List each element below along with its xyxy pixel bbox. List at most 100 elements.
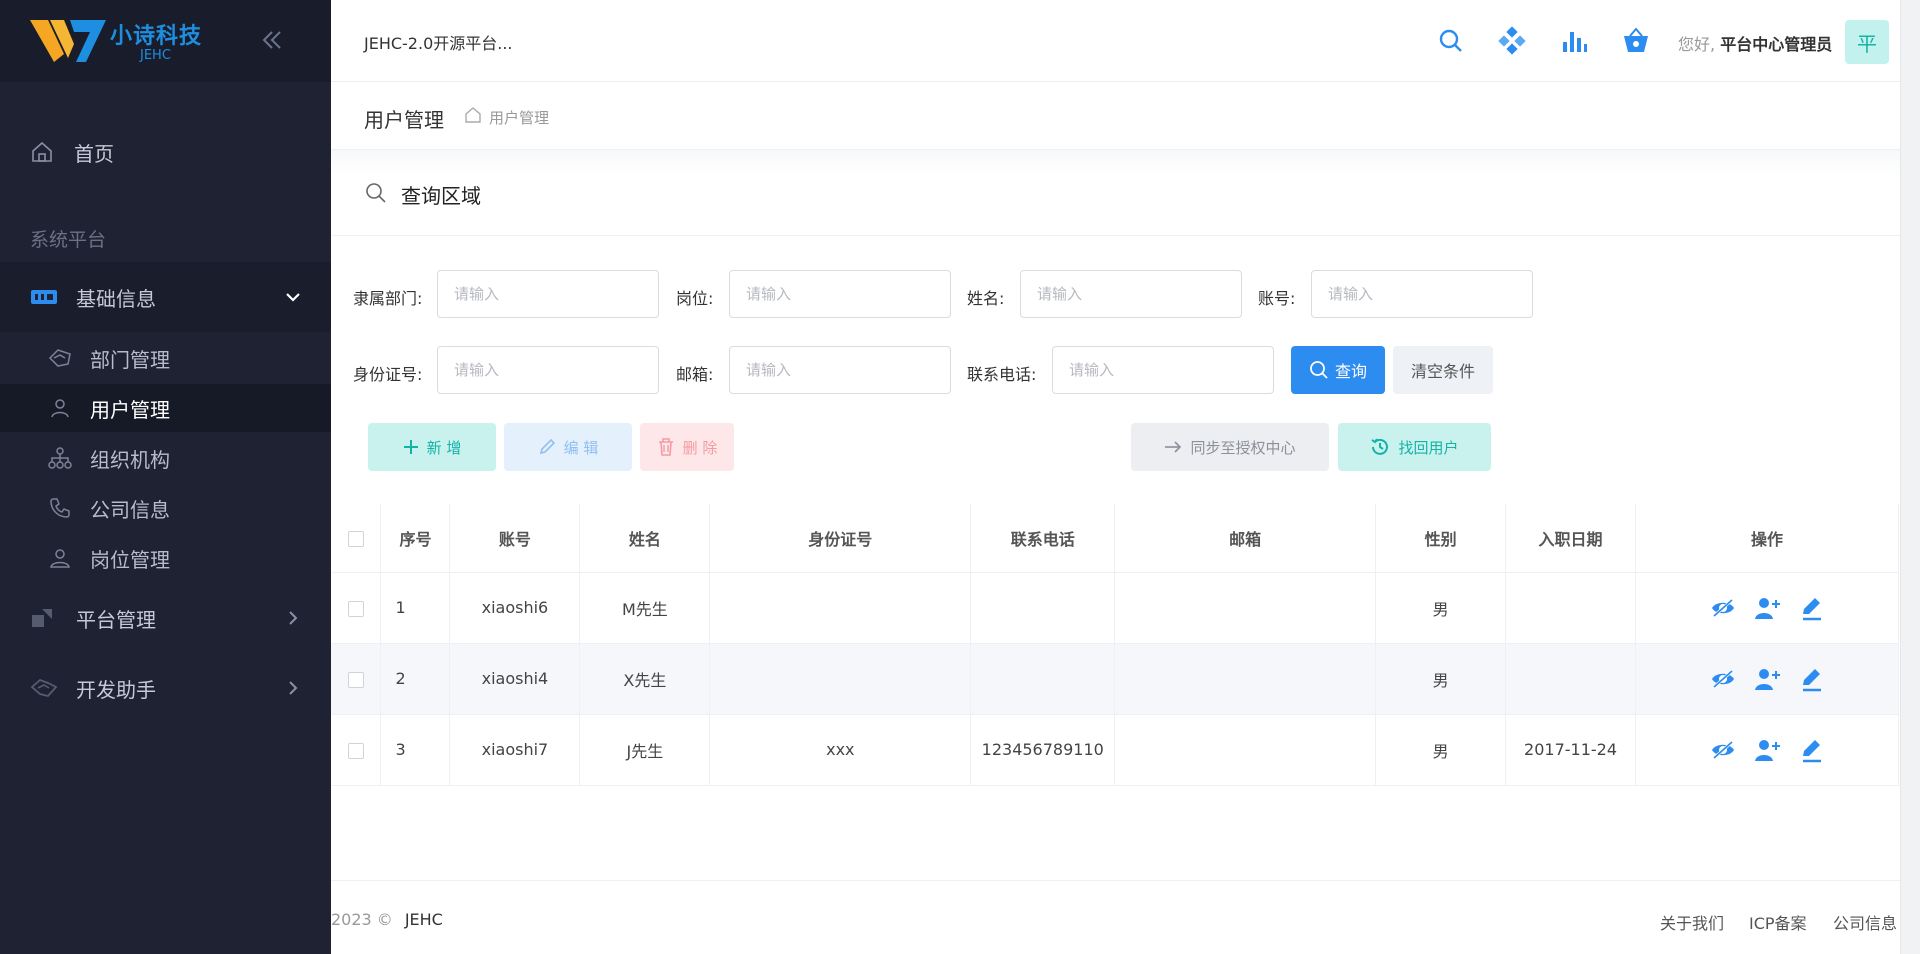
hide-eye-icon[interactable] bbox=[1709, 665, 1737, 693]
cell-gender: 男 bbox=[1375, 572, 1507, 644]
row-checkbox[interactable] bbox=[347, 671, 364, 688]
table-header-row: 序号 账号 姓名 身份证号 联系电话 邮箱 性别 入职日期 操作 bbox=[331, 504, 1899, 573]
row-checkbox[interactable] bbox=[347, 600, 364, 617]
add-button[interactable]: 新 增 bbox=[368, 423, 496, 471]
query-button[interactable]: 查询 bbox=[1291, 346, 1385, 394]
edit-button[interactable]: 编 辑 bbox=[504, 423, 632, 471]
sidebar-group-platform[interactable]: 平台管理 bbox=[0, 583, 331, 653]
cell-date: 2017-11-24 bbox=[1505, 714, 1636, 786]
top-header: JEHC-2.0开源平台... 您好, 平台中心管理员 平 bbox=[331, 0, 1900, 82]
id-card-input[interactable] bbox=[437, 346, 659, 394]
column-header: 联系电话 bbox=[970, 504, 1116, 573]
cell-gender: 男 bbox=[1375, 714, 1507, 786]
header-title: JEHC-2.0开源平台... bbox=[364, 34, 513, 53]
sidebar-item-label: 公司信息 bbox=[90, 497, 170, 522]
org-chart-icon bbox=[48, 447, 72, 469]
edit-pencil-icon[interactable] bbox=[1797, 665, 1825, 693]
id-card-icon bbox=[31, 290, 57, 304]
chevron-right-icon bbox=[289, 681, 298, 695]
row-actions bbox=[1635, 643, 1899, 715]
cell-account: xiaoshi4 bbox=[449, 643, 581, 715]
column-header: 操作 bbox=[1635, 504, 1899, 573]
cell-phone: 123456789110 bbox=[970, 714, 1116, 786]
sidebar-section-title: 系统平台 bbox=[30, 229, 107, 251]
bar-chart-icon[interactable] bbox=[1559, 26, 1589, 56]
row-select-cell[interactable] bbox=[331, 643, 382, 715]
sidebar-item-department[interactable]: 部门管理 bbox=[0, 334, 331, 382]
logo-area: 小诗科技 JEHC bbox=[0, 0, 331, 82]
row-select-cell[interactable] bbox=[331, 714, 382, 786]
platform-icon bbox=[32, 609, 52, 627]
restore-user-button[interactable]: 找回用户 bbox=[1338, 423, 1491, 471]
cell-email bbox=[1114, 714, 1377, 786]
basket-icon[interactable] bbox=[1621, 26, 1651, 56]
row-select-cell[interactable] bbox=[331, 572, 382, 644]
account-input[interactable] bbox=[1311, 270, 1533, 318]
sidebar-group-label: 基础信息 bbox=[76, 286, 156, 311]
table-row[interactable]: 2 xiaoshi4 X先生 男 bbox=[331, 643, 1899, 715]
sidebar-item-users[interactable]: 用户管理 bbox=[0, 384, 331, 432]
scrollbar[interactable] bbox=[1900, 0, 1920, 954]
delete-button[interactable]: 删 除 bbox=[640, 423, 734, 471]
select-all-cell[interactable] bbox=[331, 504, 382, 573]
company-info-link[interactable]: 公司信息 bbox=[1833, 910, 1897, 934]
user-table: 序号 账号 姓名 身份证号 联系电话 邮箱 性别 入职日期 操作 1 xiaosh… bbox=[331, 504, 1899, 786]
add-user-icon[interactable] bbox=[1753, 594, 1781, 622]
department-label: 隶属部门: bbox=[353, 289, 423, 308]
icp-link[interactable]: ICP备案 bbox=[1749, 910, 1807, 934]
sidebar: 小诗科技 JEHC 首页 系统平台 基础信息 部门管理 用户管理 组织机构 公司… bbox=[0, 0, 331, 954]
footer: 2023 © JEHC 关于我们 ICP备案 公司信息 bbox=[331, 880, 1900, 954]
sync-button[interactable]: 同步至授权中心 bbox=[1131, 423, 1329, 471]
avatar[interactable]: 平 bbox=[1845, 20, 1889, 64]
department-input[interactable] bbox=[437, 270, 659, 318]
greeting-prefix: 您好, bbox=[1678, 35, 1716, 54]
sidebar-group-label: 开发助手 bbox=[76, 677, 156, 702]
row-action-group bbox=[1636, 665, 1898, 693]
select-all-checkbox[interactable] bbox=[347, 530, 364, 547]
search-icon[interactable] bbox=[1436, 26, 1466, 56]
sidebar-item-company[interactable]: 公司信息 bbox=[0, 484, 331, 532]
footer-brand: JEHC bbox=[404, 910, 443, 929]
sidebar-group-dev-helper[interactable]: 开发助手 bbox=[0, 653, 331, 723]
cell-id-card: xxx bbox=[709, 714, 972, 786]
sidebar-item-label: 组织机构 bbox=[90, 447, 170, 472]
about-link[interactable]: 关于我们 bbox=[1660, 910, 1724, 934]
cell-date bbox=[1505, 572, 1636, 644]
add-user-icon[interactable] bbox=[1753, 665, 1781, 693]
delete-button-label: 删 除 bbox=[682, 438, 718, 457]
sidebar-item-home[interactable]: 首页 bbox=[0, 128, 331, 176]
cell-date bbox=[1505, 643, 1636, 715]
phone-input[interactable] bbox=[1052, 346, 1274, 394]
id-card-label: 身份证号: bbox=[353, 365, 423, 384]
hide-eye-icon[interactable] bbox=[1709, 736, 1737, 764]
home-icon[interactable] bbox=[464, 106, 482, 124]
name-input[interactable] bbox=[1020, 270, 1242, 318]
hide-eye-icon[interactable] bbox=[1709, 594, 1737, 622]
edit-pencil-icon[interactable] bbox=[1797, 736, 1825, 764]
position-icon bbox=[50, 549, 70, 568]
table-row[interactable]: 1 xiaoshi6 M先生 男 bbox=[331, 572, 1899, 644]
search-icon bbox=[366, 183, 386, 203]
apps-grid-icon[interactable] bbox=[1497, 26, 1527, 56]
clear-button[interactable]: 清空条件 bbox=[1393, 346, 1493, 394]
cell-name: X先生 bbox=[579, 643, 711, 715]
collapse-sidebar-icon[interactable] bbox=[258, 26, 286, 54]
sidebar-group-basic-info[interactable]: 基础信息 bbox=[0, 262, 331, 332]
sidebar-item-label: 部门管理 bbox=[90, 347, 170, 372]
position-input[interactable] bbox=[729, 270, 951, 318]
cell-account: xiaoshi6 bbox=[449, 572, 581, 644]
sidebar-item-org[interactable]: 组织机构 bbox=[0, 434, 331, 482]
position-label: 岗位: bbox=[676, 289, 714, 308]
row-checkbox[interactable] bbox=[347, 742, 364, 759]
cell-no: 1 bbox=[380, 572, 451, 644]
cell-no: 3 bbox=[380, 714, 451, 786]
user-greeting: 您好, 平台中心管理员 bbox=[1678, 31, 1832, 55]
sidebar-item-position[interactable]: 岗位管理 bbox=[0, 534, 331, 582]
department-icon bbox=[48, 349, 71, 367]
add-user-icon[interactable] bbox=[1753, 736, 1781, 764]
email-input[interactable] bbox=[729, 346, 951, 394]
edit-pencil-icon[interactable] bbox=[1797, 594, 1825, 622]
table-row[interactable]: 3 xiaoshi7 J先生 xxx 123456789110 男 2017-11-24 bbox=[331, 714, 1899, 786]
account-label: 账号: bbox=[1258, 289, 1296, 308]
chevron-right-icon bbox=[289, 611, 298, 625]
